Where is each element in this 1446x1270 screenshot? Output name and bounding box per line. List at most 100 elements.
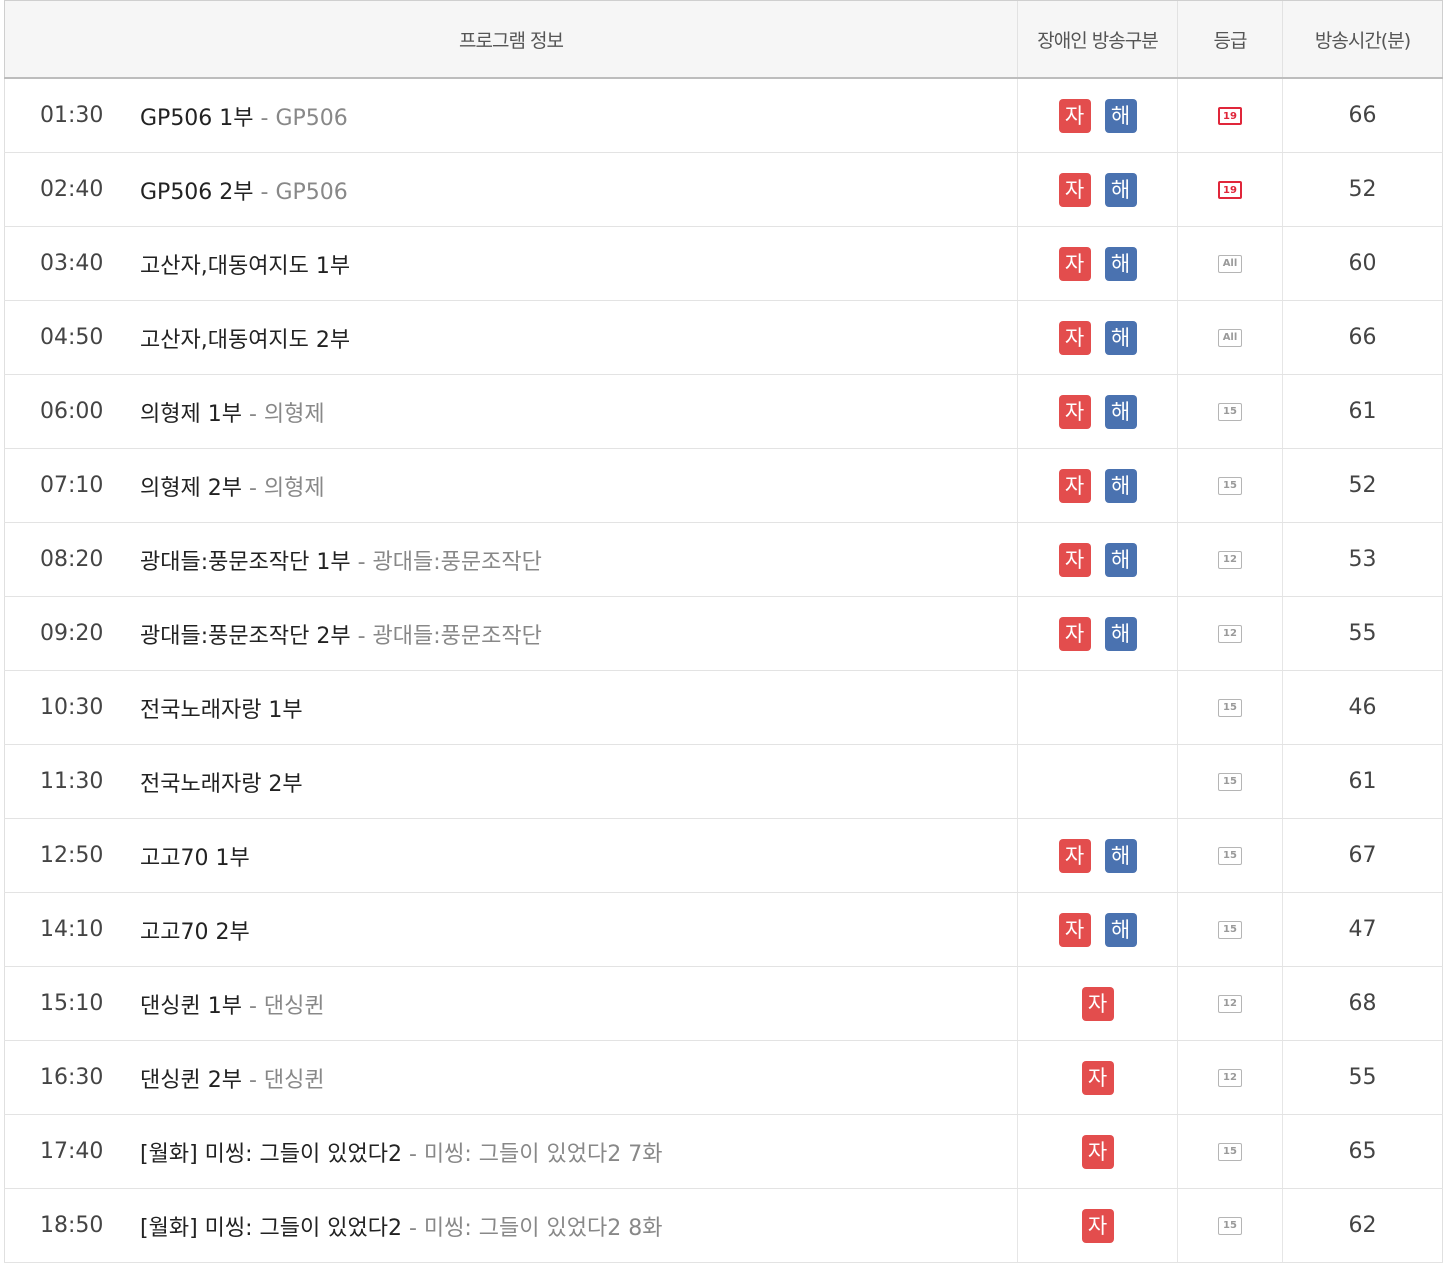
grade-cell: 15	[1177, 744, 1283, 819]
table-header: 프로그램 정보 장애인 방송구분 등급 방송시간(분)	[4, 0, 1443, 79]
disability-type-cell: 자해	[1017, 152, 1178, 227]
duration-minutes: 61	[1282, 744, 1443, 819]
rating-g15-icon: 15	[1218, 1143, 1242, 1161]
table-row[interactable]: 01:30 GP506 1부 - GP506 자해 19 66	[4, 78, 1443, 153]
program-info-cell: 16:30 댄싱퀸 2부 - 댄싱퀸	[4, 1040, 1018, 1115]
schedule-table: 프로그램 정보 장애인 방송구분 등급 방송시간(분) 01:30 GP506 …	[4, 0, 1443, 1263]
program-title-link[interactable]: GP506 2부 - GP506	[140, 174, 348, 206]
table-row[interactable]: 09:20 광대들:풍문조작단 2부 - 광대들:풍문조작단 자해 12 55	[4, 596, 1443, 671]
program-title: [월화] 미씽: 그들이 있었다2	[140, 1215, 402, 1241]
program-info-cell: 17:40 [월화] 미씽: 그들이 있었다2 - 미씽: 그들이 있었다2 7…	[4, 1114, 1018, 1189]
grade-cell: 15	[1177, 892, 1283, 967]
rating-g12-icon: 12	[1218, 1069, 1242, 1087]
duration-minutes: 55	[1282, 596, 1443, 671]
table-row[interactable]: 08:20 광대들:풍문조작단 1부 - 광대들:풍문조작단 자해 12 53	[4, 522, 1443, 597]
broadcast-time: 09:20	[40, 621, 104, 646]
program-title-link[interactable]: 전국노래자랑 1부	[140, 692, 303, 724]
duration-minutes: 46	[1282, 670, 1443, 745]
audio-description-badge-icon: 해	[1104, 616, 1137, 651]
table-row[interactable]: 03:40 고산자,대동여지도 1부 자해 All 60	[4, 226, 1443, 301]
header-disability-type: 장애인 방송구분	[1017, 0, 1178, 79]
grade-cell: 15	[1177, 374, 1283, 449]
broadcast-time: 15:10	[40, 991, 104, 1016]
table-row[interactable]: 15:10 댄싱퀸 1부 - 댄싱퀸 자 12 68	[4, 966, 1443, 1041]
program-title-link[interactable]: 댄싱퀸 1부 - 댄싱퀸	[140, 988, 325, 1020]
grade-cell: 12	[1177, 1040, 1283, 1115]
duration-minutes: 62	[1282, 1188, 1443, 1263]
program-title: GP506 1부	[140, 105, 254, 131]
program-title-link[interactable]: 고산자,대동여지도 2부	[140, 322, 350, 354]
caption-badge-icon: 자	[1081, 1208, 1114, 1243]
program-title-link[interactable]: 의형제 2부 - 의형제	[140, 470, 325, 502]
broadcast-time: 08:20	[40, 547, 104, 572]
program-title: 고산자,대동여지도 1부	[140, 253, 351, 279]
table-row[interactable]: 10:30 전국노래자랑 1부 15 46	[4, 670, 1443, 745]
table-row[interactable]: 04:50 고산자,대동여지도 2부 자해 All 66	[4, 300, 1443, 375]
duration-minutes: 66	[1282, 300, 1443, 375]
schedule-table-wrapper: 프로그램 정보 장애인 방송구분 등급 방송시간(분) 01:30 GP506 …	[4, 0, 1443, 1263]
table-row[interactable]: 14:10 고고70 2부 자해 15 47	[4, 892, 1443, 967]
audio-description-badge-icon: 해	[1104, 320, 1137, 355]
rating-g12-icon: 12	[1218, 551, 1242, 569]
disability-type-cell: 자해	[1017, 300, 1178, 375]
program-info-cell: 12:50 고고70 1부	[4, 818, 1018, 893]
caption-badge-icon: 자	[1058, 468, 1091, 503]
grade-cell: 12	[1177, 966, 1283, 1041]
table-row[interactable]: 17:40 [월화] 미씽: 그들이 있었다2 - 미씽: 그들이 있었다2 7…	[4, 1114, 1443, 1189]
program-title-link[interactable]: 광대들:풍문조작단 1부 - 광대들:풍문조작단	[140, 544, 542, 576]
program-title-link[interactable]: 광대들:풍문조작단 2부 - 광대들:풍문조작단	[140, 618, 542, 650]
rating-g15-icon: 15	[1218, 403, 1242, 421]
program-info-cell: 06:00 의형제 1부 - 의형제	[4, 374, 1018, 449]
rating-g19-icon: 19	[1218, 107, 1242, 125]
table-row[interactable]: 06:00 의형제 1부 - 의형제 자해 15 61	[4, 374, 1443, 449]
broadcast-time: 04:50	[40, 325, 104, 350]
duration-minutes: 55	[1282, 1040, 1443, 1115]
program-title-link[interactable]: 고산자,대동여지도 1부	[140, 248, 350, 280]
program-title-link[interactable]: [월화] 미씽: 그들이 있었다2 - 미씽: 그들이 있었다2 8화	[140, 1210, 662, 1242]
program-title: 전국노래자랑 1부	[140, 697, 303, 723]
program-title-link[interactable]: GP506 1부 - GP506	[140, 100, 348, 132]
program-subtitle: - 댄싱퀸	[241, 993, 325, 1019]
disability-type-cell: 자	[1017, 1188, 1178, 1263]
table-row[interactable]: 07:10 의형제 2부 - 의형제 자해 15 52	[4, 448, 1443, 523]
table-row[interactable]: 02:40 GP506 2부 - GP506 자해 19 52	[4, 152, 1443, 227]
broadcast-time: 02:40	[40, 177, 104, 202]
audio-description-badge-icon: 해	[1104, 246, 1137, 281]
program-info-cell: 14:10 고고70 2부	[4, 892, 1018, 967]
table-row[interactable]: 16:30 댄싱퀸 2부 - 댄싱퀸 자 12 55	[4, 1040, 1443, 1115]
rating-gall-icon: All	[1218, 329, 1242, 347]
table-row[interactable]: 11:30 전국노래자랑 2부 15 61	[4, 744, 1443, 819]
audio-description-badge-icon: 해	[1104, 542, 1137, 577]
program-title-link[interactable]: 고고70 2부	[140, 914, 250, 946]
rating-g15-icon: 15	[1218, 477, 1242, 495]
program-info-cell: 02:40 GP506 2부 - GP506	[4, 152, 1018, 227]
duration-minutes: 52	[1282, 448, 1443, 523]
program-title: [월화] 미씽: 그들이 있었다2	[140, 1141, 402, 1167]
program-title: 광대들:풍문조작단 2부	[140, 623, 351, 649]
table-row[interactable]: 18:50 [월화] 미씽: 그들이 있었다2 - 미씽: 그들이 있었다2 8…	[4, 1188, 1443, 1263]
program-subtitle: - 미씽: 그들이 있었다2 8화	[401, 1215, 663, 1241]
program-info-cell: 03:40 고산자,대동여지도 1부	[4, 226, 1018, 301]
program-title-link[interactable]: [월화] 미씽: 그들이 있었다2 - 미씽: 그들이 있었다2 7화	[140, 1136, 662, 1168]
caption-badge-icon: 자	[1058, 172, 1091, 207]
program-title: 고고70 2부	[140, 919, 250, 945]
program-subtitle: - 광대들:풍문조작단	[350, 549, 542, 575]
program-title: GP506 2부	[140, 179, 254, 205]
duration-minutes: 61	[1282, 374, 1443, 449]
audio-description-badge-icon: 해	[1104, 912, 1137, 947]
audio-description-badge-icon: 해	[1104, 838, 1137, 873]
rating-gall-icon: All	[1218, 255, 1242, 273]
audio-description-badge-icon: 해	[1104, 394, 1137, 429]
program-title-link[interactable]: 전국노래자랑 2부	[140, 766, 303, 798]
program-info-cell: 04:50 고산자,대동여지도 2부	[4, 300, 1018, 375]
grade-cell: 15	[1177, 818, 1283, 893]
program-title-link[interactable]: 의형제 1부 - 의형제	[140, 396, 325, 428]
rating-g12-icon: 12	[1218, 625, 1242, 643]
program-title-link[interactable]: 고고70 1부	[140, 840, 250, 872]
caption-badge-icon: 자	[1081, 986, 1114, 1021]
broadcast-time: 11:30	[40, 769, 104, 794]
table-row[interactable]: 12:50 고고70 1부 자해 15 67	[4, 818, 1443, 893]
program-title: 광대들:풍문조작단 1부	[140, 549, 351, 575]
program-info-cell: 08:20 광대들:풍문조작단 1부 - 광대들:풍문조작단	[4, 522, 1018, 597]
program-title-link[interactable]: 댄싱퀸 2부 - 댄싱퀸	[140, 1062, 325, 1094]
